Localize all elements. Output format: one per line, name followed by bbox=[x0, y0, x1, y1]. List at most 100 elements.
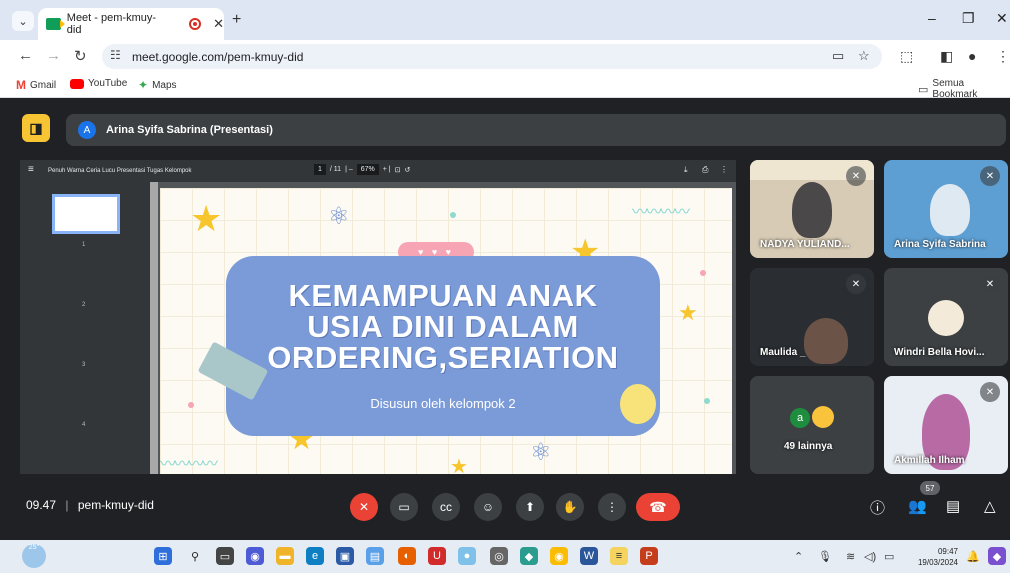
forward-icon[interactable]: → bbox=[46, 47, 61, 64]
youtube-icon bbox=[70, 78, 84, 89]
camera-app-icon[interactable]: ◎ bbox=[490, 547, 508, 565]
people-icon[interactable]: 👥 bbox=[908, 497, 927, 515]
others-tile[interactable]: a 49 lainnya bbox=[750, 376, 874, 474]
bookmark-youtube[interactable]: YouTube bbox=[70, 78, 127, 89]
dot-decoration bbox=[188, 402, 194, 408]
participant-tile[interactable]: ✕ Akmillah Ilham bbox=[884, 376, 1008, 474]
slide-page: ★ ★ ★ ★ ★ ⚛ ⚛ 〰〰〰〰 〰〰〰〰 ♥ ♥ ♥ KEMAMPUAN … bbox=[160, 188, 732, 474]
leave-call-button[interactable]: ☎ bbox=[636, 493, 680, 521]
more-options-button[interactable]: ⋮ bbox=[598, 493, 626, 521]
dot-decoration bbox=[700, 270, 706, 276]
search-icon[interactable]: ⚲ bbox=[186, 547, 204, 565]
camera-icon[interactable]: ▭ bbox=[832, 48, 844, 64]
battery-icon[interactable]: ▭ bbox=[884, 550, 894, 563]
close-window-icon[interactable]: ✕ bbox=[996, 10, 1008, 27]
all-bookmarks[interactable]: ▭ Semua Bookmark bbox=[918, 78, 1010, 100]
back-icon[interactable]: ← bbox=[18, 47, 33, 64]
taskview-icon[interactable]: ▭ bbox=[216, 547, 234, 565]
emoji-button[interactable]: ☺ bbox=[474, 493, 502, 521]
url-text[interactable]: meet.google.com/pem-kmuy-did bbox=[132, 50, 303, 64]
info-icon[interactable]: ⓘ bbox=[870, 497, 885, 518]
wifi-icon[interactable]: ≋ bbox=[846, 550, 855, 563]
volume-icon[interactable]: ◁) bbox=[864, 550, 876, 563]
bookmark-maps[interactable]: ✦ Maps bbox=[138, 78, 177, 92]
shared-pdf-viewer: ≡ Penuh Warna Ceria Lucu Presentasi Tuga… bbox=[20, 160, 736, 474]
atom-decoration-icon: ⚛ bbox=[328, 203, 350, 230]
tab-search-chevron-icon[interactable]: ⌄ bbox=[12, 11, 34, 31]
participant-video bbox=[930, 184, 970, 236]
notepad-icon[interactable]: ≡ bbox=[610, 547, 628, 565]
start-icon[interactable]: ⊞ bbox=[154, 547, 172, 565]
edge-icon[interactable]: e bbox=[306, 547, 324, 565]
close-tab-icon[interactable]: ✕ bbox=[213, 16, 224, 32]
chevron-up-icon[interactable]: ⌃ bbox=[794, 550, 803, 563]
recording-icon bbox=[189, 18, 202, 30]
rotate-icon: ↺ bbox=[404, 166, 411, 174]
menu-dots-icon[interactable]: ⋮ bbox=[996, 48, 1010, 65]
gmail-icon: M bbox=[16, 78, 26, 92]
participant-tile[interactable]: ✕ Windri Bella Hovi... bbox=[884, 268, 1008, 366]
pdf-title: Penuh Warna Ceria Lucu Presentasi Tugas … bbox=[48, 168, 192, 174]
wave-decoration: 〰〰〰〰 bbox=[632, 204, 690, 221]
pdf-zoom: 67% bbox=[356, 164, 379, 175]
mic-off-icon: ✕ bbox=[980, 166, 1000, 186]
participant-tile[interactable]: ✕ NADYA YULIAND... bbox=[750, 160, 874, 258]
mic-off-button[interactable]: ✕ bbox=[350, 493, 378, 521]
pdf-page-current: 1 bbox=[314, 164, 326, 175]
tab-meet[interactable]: Meet - pem-kmuy-did ✕ bbox=[38, 8, 224, 40]
address-toolbar: ← → ↻ ☷ meet.google.com/pem-kmuy-did ▭ ☆… bbox=[0, 40, 1010, 72]
store-icon[interactable]: ▣ bbox=[336, 547, 354, 565]
teams-icon[interactable]: ◉ bbox=[246, 547, 264, 565]
slide-title-line: USIA DINI DALAM bbox=[307, 309, 579, 344]
notification-bell-icon[interactable]: 🔔 bbox=[966, 550, 980, 563]
chat-icon[interactable]: ▤ bbox=[946, 497, 960, 515]
file-explorer-icon[interactable]: ▬ bbox=[276, 547, 294, 565]
bookmark-label: Gmail bbox=[30, 79, 57, 91]
print-icon: ⎙ bbox=[702, 165, 709, 174]
presentation-icon[interactable]: ◨ bbox=[22, 114, 50, 142]
participant-name: NADYA YULIAND... bbox=[760, 239, 850, 250]
app-icon[interactable]: ● bbox=[458, 547, 476, 565]
new-tab-icon[interactable]: + bbox=[232, 11, 241, 29]
temperature: 25° bbox=[28, 544, 40, 551]
sidepanel-icon[interactable]: ◧ bbox=[940, 48, 953, 65]
presenter-avatar: A bbox=[78, 121, 96, 139]
site-info-icon[interactable]: ☷ bbox=[110, 48, 121, 62]
presenter-label: Arina Syifa Sabrina (Presentasi) bbox=[106, 124, 273, 136]
bookmark-star-icon[interactable]: ☆ bbox=[858, 48, 870, 64]
firefox-icon[interactable]: ◐ bbox=[398, 547, 416, 565]
participant-tile[interactable]: ✕ Arina Syifa Sabrina bbox=[884, 160, 1008, 258]
pdf-page-controls: 1 / 11 | – 67% + | ⊡ ↺ bbox=[314, 164, 410, 175]
mcafee-icon[interactable]: U bbox=[428, 547, 446, 565]
powerpoint-icon[interactable]: P bbox=[640, 547, 658, 565]
chrome-icon[interactable]: ◉ bbox=[550, 547, 568, 565]
restore-icon[interactable]: ❐ bbox=[962, 10, 975, 27]
mic-off-icon: ✕ bbox=[980, 382, 1000, 402]
participant-name: Akmillah Ilham bbox=[894, 455, 965, 466]
minimize-icon[interactable]: – bbox=[928, 10, 936, 26]
bookmark-gmail[interactable]: M Gmail bbox=[16, 78, 56, 92]
slide-title-line: KEMAMPUAN ANAK bbox=[288, 278, 598, 313]
tab-title: Meet - pem-kmuy-did bbox=[66, 12, 157, 36]
raise-hand-button[interactable]: ✋ bbox=[556, 493, 584, 521]
word-icon[interactable]: W bbox=[580, 547, 598, 565]
microphone-icon[interactable]: 🎙 bbox=[818, 550, 832, 563]
pdf-toolbar: ≡ Penuh Warna Ceria Lucu Presentasi Tuga… bbox=[20, 160, 736, 182]
meeting-time: 09.47 bbox=[26, 498, 57, 512]
weather-widget[interactable]: 25° bbox=[22, 544, 46, 568]
captions-button[interactable]: cc bbox=[432, 493, 460, 521]
participant-tile[interactable]: ✕ Maulida _ bbox=[750, 268, 874, 366]
participant-video bbox=[804, 318, 848, 364]
camera-button[interactable]: ▭ bbox=[390, 493, 418, 521]
reload-icon[interactable]: ↻ bbox=[74, 47, 87, 65]
app-icon[interactable]: ◆ bbox=[520, 547, 538, 565]
profile-avatar[interactable]: ● bbox=[968, 48, 976, 64]
present-button[interactable]: ⬆ bbox=[516, 493, 544, 521]
omnibox[interactable]: ☷ meet.google.com/pem-kmuy-did ▭ ☆ bbox=[102, 44, 882, 69]
system-clock[interactable]: 09:47 19/03/2024 bbox=[906, 546, 958, 568]
app-icon[interactable]: ▤ bbox=[366, 547, 384, 565]
bookmark-label: Maps bbox=[152, 79, 177, 91]
extensions-icon[interactable]: ⬚ bbox=[900, 48, 913, 65]
copilot-icon[interactable]: ◆ bbox=[988, 547, 1006, 565]
activities-icon[interactable]: △ bbox=[984, 497, 996, 515]
